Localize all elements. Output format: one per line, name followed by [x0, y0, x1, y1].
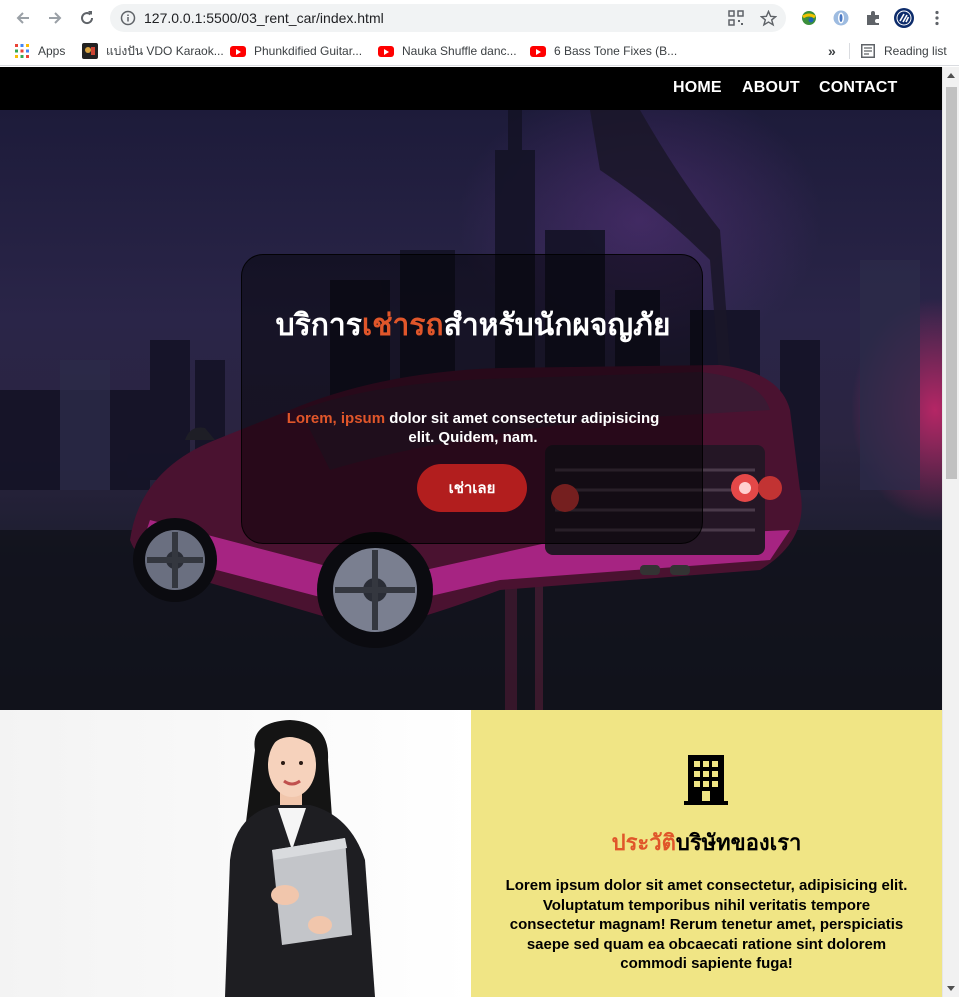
url-text[interactable]: 127.0.0.1:5500/03_rent_car/index.html [144, 10, 384, 26]
karaoke-icon [82, 43, 98, 59]
extensions-puzzle-icon[interactable] [862, 7, 884, 29]
profile-avatar-icon[interactable] [893, 7, 915, 29]
address-bar[interactable]: 127.0.0.1:5500/03_rent_car/index.html [110, 4, 786, 32]
back-arrow-icon [16, 12, 29, 24]
about-title-accent: ประวัติ [611, 831, 676, 856]
reading-list-label: Reading list [884, 44, 947, 58]
hero-title-accent: เช่ารถ [361, 308, 444, 343]
about-photo [0, 710, 471, 997]
more-bookmarks-button[interactable]: » [828, 41, 836, 61]
bookmark-label: Phunkdified Guitar... [254, 44, 363, 58]
hero-subtitle: Lorem, ipsum dolor sit amet consectetur … [272, 409, 674, 447]
reload-button[interactable] [76, 7, 98, 29]
nav-home-link[interactable]: HOME [673, 79, 722, 97]
bookmark-divider [849, 43, 850, 59]
extension-opera-icon[interactable] [830, 7, 852, 29]
info-icon[interactable] [120, 10, 136, 26]
bookmark-apps[interactable]: Apps [14, 41, 65, 61]
nav-about-link[interactable]: ABOUT [742, 79, 800, 97]
hero-title-pre: บริการ [275, 308, 362, 343]
about-text: Lorem ipsum dolor sit amet consectetur, … [505, 877, 908, 972]
hero-subtitle-accent: Lorem, ipsum [286, 410, 386, 427]
bookmark-label: แบ่งปัน VDO Karaok... [106, 43, 224, 58]
reading-list-button[interactable]: Reading list [860, 41, 947, 61]
youtube-icon [230, 43, 246, 59]
qr-code-icon[interactable] [728, 10, 744, 26]
bookmark-label: 6 Bass Tone Fixes (B... [554, 44, 678, 58]
reload-icon [81, 11, 94, 25]
bookmark-star-icon[interactable] [760, 10, 777, 27]
hero-card: บริการเช่ารถสำหรับนักผจญภัย Lorem, ipsum… [241, 254, 703, 544]
forward-button[interactable] [44, 7, 66, 29]
nav-contact-link[interactable]: CONTACT [819, 79, 897, 97]
scroll-up-arrow-icon[interactable] [947, 73, 955, 78]
hero-section: บริการเช่ารถสำหรับนักผจญภัย Lorem, ipsum… [0, 110, 942, 710]
bookmark-bass-tone[interactable]: 6 Bass Tone Fixes (B... [530, 41, 677, 61]
apps-grid-icon [14, 43, 30, 59]
youtube-icon [530, 43, 546, 59]
hero-subtitle-rest: dolor sit amet consectetur adipisicing e… [385, 410, 660, 446]
bookmark-label: Apps [38, 44, 66, 58]
about-title-rest: บริษัทของเรา [675, 831, 802, 856]
scrollbar-thumb[interactable] [946, 87, 957, 479]
bookmark-karaoke[interactable]: แบ่งปัน VDO Karaok... [82, 41, 224, 61]
browser-toolbar: 127.0.0.1:5500/03_rent_car/index.html [0, 0, 959, 36]
bookmark-nauka[interactable]: Nauka Shuffle danc... [378, 41, 517, 61]
bookmark-phunkdified[interactable]: Phunkdified Guitar... [230, 41, 362, 61]
web-page: HOME ABOUT CONTACT บริการเช่ารถสำหรับนัก… [0, 67, 942, 997]
about-section: ประวัติบริษัทของเรา Lorem ipsum dolor si… [471, 710, 942, 997]
hero-title: บริการเช่ารถสำหรับนักผจญภัย [272, 307, 674, 345]
youtube-icon [378, 43, 394, 59]
scroll-down-arrow-icon[interactable] [947, 986, 955, 991]
bookmarks-bar: Apps แบ่งปัน VDO Karaok... Phunkdified G… [0, 36, 959, 66]
menu-kebab-icon[interactable] [926, 7, 948, 29]
hero-title-post: สำหรับนักผจญภัย [443, 308, 671, 343]
building-icon [684, 755, 728, 805]
page-viewport: HOME ABOUT CONTACT บริการเช่ารถสำหรับนัก… [0, 67, 959, 997]
forward-arrow-icon [49, 12, 62, 24]
site-navbar: HOME ABOUT CONTACT [0, 67, 942, 110]
back-button[interactable] [12, 7, 34, 29]
page-scrollbar[interactable] [942, 67, 959, 997]
reading-list-icon [860, 43, 876, 59]
about-title: ประวัติบริษัทของเรา [471, 825, 942, 860]
extension-globe-icon[interactable] [798, 7, 820, 29]
businesswoman-image [225, 720, 375, 997]
rent-now-button[interactable]: เช่าเลย [417, 464, 527, 512]
bookmark-label: Nauka Shuffle danc... [402, 44, 517, 58]
